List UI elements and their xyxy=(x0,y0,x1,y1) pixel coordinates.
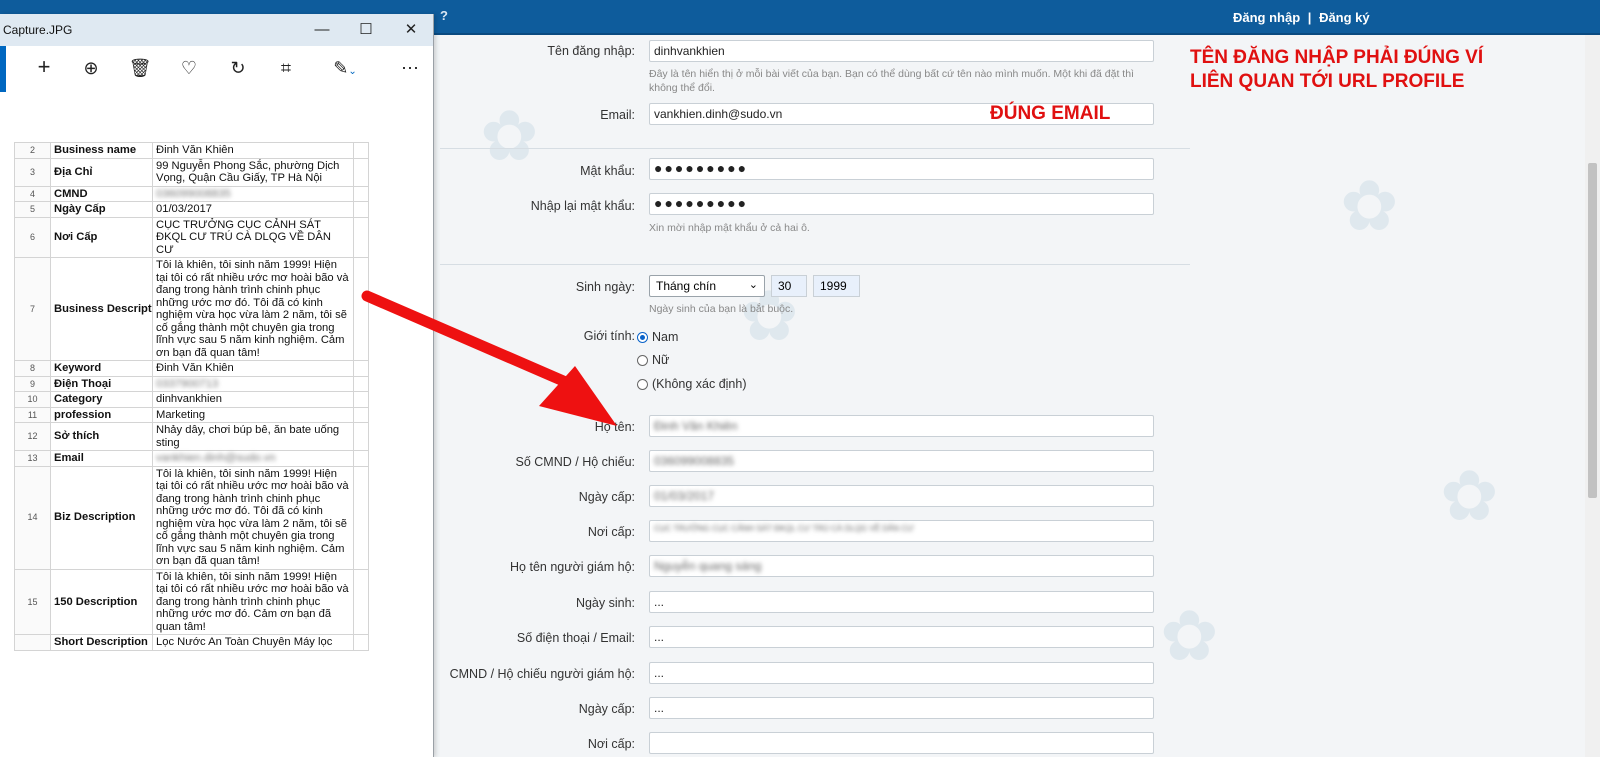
red-arrow xyxy=(361,290,617,426)
arrow-shaft xyxy=(361,290,574,389)
